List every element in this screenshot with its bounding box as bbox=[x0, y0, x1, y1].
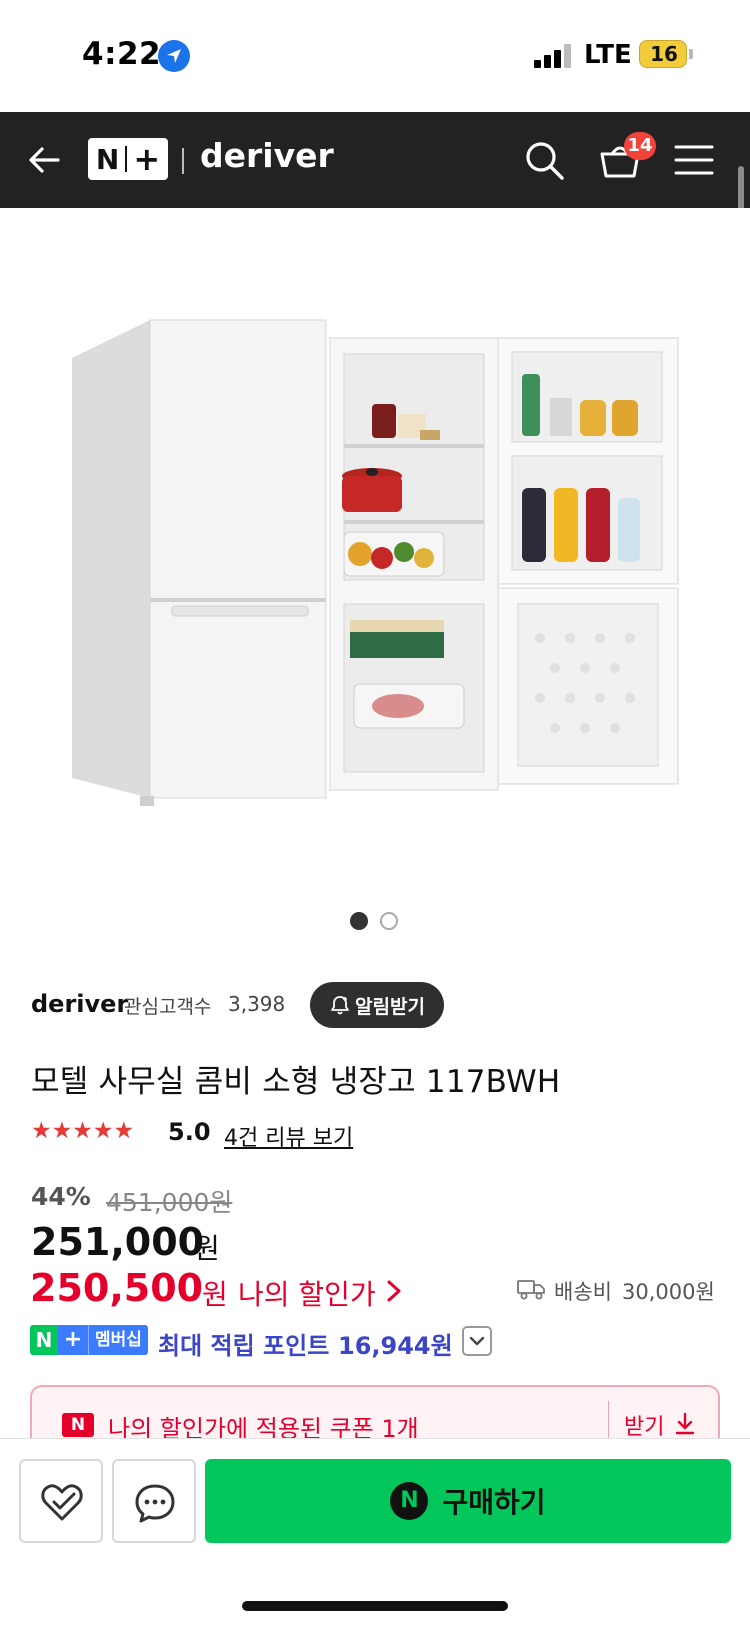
brand-divider bbox=[182, 148, 184, 174]
search-icon[interactable] bbox=[522, 138, 566, 182]
points-expand-button[interactable] bbox=[462, 1326, 492, 1356]
membership-badge: N + 멤버십 bbox=[30, 1325, 148, 1355]
my-discount-price[interactable]: 250,500 bbox=[30, 1266, 203, 1310]
chat-bubble-icon bbox=[135, 1484, 175, 1523]
my-price-currency: 원 bbox=[202, 1278, 228, 1311]
carousel-dot-1[interactable] bbox=[350, 912, 368, 930]
logo-n: N bbox=[95, 142, 120, 176]
status-bar: 4:22 LTE 16 bbox=[0, 0, 750, 112]
menu-icon[interactable] bbox=[674, 142, 714, 178]
naver-pay-n-icon: N bbox=[390, 1482, 429, 1520]
heart-check-icon bbox=[41, 1484, 83, 1521]
battery-nub bbox=[689, 49, 693, 59]
shipping-label: 배송비 bbox=[554, 1280, 612, 1304]
buy-button[interactable]: N 구매하기 bbox=[205, 1459, 731, 1543]
truck-icon bbox=[517, 1280, 545, 1300]
location-arrow-icon bbox=[158, 40, 190, 72]
my-price-label[interactable]: 나의 할인가 bbox=[238, 1273, 376, 1313]
buy-button-label: 구매하기 bbox=[442, 1486, 546, 1519]
download-icon[interactable] bbox=[674, 1411, 696, 1437]
sale-price-currency: 원 bbox=[194, 1232, 220, 1265]
seller-fans-count: 3,398 bbox=[228, 992, 286, 1016]
refrigerator-illustration bbox=[72, 319, 679, 806]
bottom-action-bar: N 구매하기 bbox=[0, 1438, 750, 1626]
battery-icon: 16 bbox=[639, 40, 687, 68]
rating-value: 5.0 bbox=[168, 1118, 211, 1146]
top-navigation-bar: N + deriver 14 bbox=[0, 112, 750, 208]
seller-name[interactable]: deriver bbox=[31, 990, 128, 1018]
points-value: 16,944원 bbox=[338, 1332, 453, 1360]
discount-rate: 44% bbox=[31, 1182, 91, 1211]
sale-price: 251,000 bbox=[31, 1220, 205, 1264]
cellular-signal-icon bbox=[534, 44, 574, 68]
carousel-dots[interactable] bbox=[350, 912, 398, 930]
logo-plus: + bbox=[133, 140, 161, 178]
membership-badge-n: N bbox=[30, 1325, 58, 1355]
coupon-receive-button[interactable]: 받기 bbox=[624, 1409, 664, 1441]
home-indicator[interactable] bbox=[242, 1601, 508, 1611]
seller-fans-label: 관심고객수 bbox=[124, 996, 212, 1018]
wishlist-button[interactable] bbox=[19, 1459, 103, 1543]
coupon-badge: N bbox=[62, 1413, 94, 1437]
cart-count-badge: 14 bbox=[624, 132, 656, 160]
naver-plus-logo[interactable]: N + bbox=[88, 138, 168, 180]
membership-badge-label: 멤버십 bbox=[88, 1325, 148, 1355]
rating-stars: ★★★★★ bbox=[31, 1118, 135, 1144]
status-time: 4:22 bbox=[82, 36, 162, 72]
membership-badge-plus: + bbox=[58, 1325, 88, 1355]
carousel-dot-2[interactable] bbox=[380, 912, 398, 930]
back-arrow-icon[interactable] bbox=[24, 140, 64, 180]
coupon-divider bbox=[608, 1401, 609, 1441]
chevron-right-icon[interactable] bbox=[384, 1277, 404, 1305]
notify-button-label: 알림받기 bbox=[355, 995, 425, 1018]
battery-level: 16 bbox=[650, 42, 678, 66]
chevron-down-icon bbox=[469, 1336, 485, 1346]
shipping-fee: 30,000원 bbox=[622, 1280, 715, 1304]
product-image[interactable] bbox=[0, 208, 750, 898]
notify-button[interactable]: 알림받기 bbox=[310, 982, 444, 1028]
original-price: 451,000원 bbox=[106, 1188, 233, 1217]
points-label: 최대 적립 포인트 bbox=[158, 1332, 330, 1360]
talk-button[interactable] bbox=[112, 1459, 196, 1543]
bell-plus-icon bbox=[331, 996, 349, 1015]
logo-separator bbox=[125, 146, 128, 172]
network-type: LTE bbox=[584, 40, 632, 70]
product-title: 모텔 사무실 콤비 소형 냉장고 117BWH bbox=[31, 1064, 561, 1100]
review-link[interactable]: 4건 리뷰 보기 bbox=[224, 1120, 353, 1152]
store-name[interactable]: deriver bbox=[200, 136, 334, 175]
